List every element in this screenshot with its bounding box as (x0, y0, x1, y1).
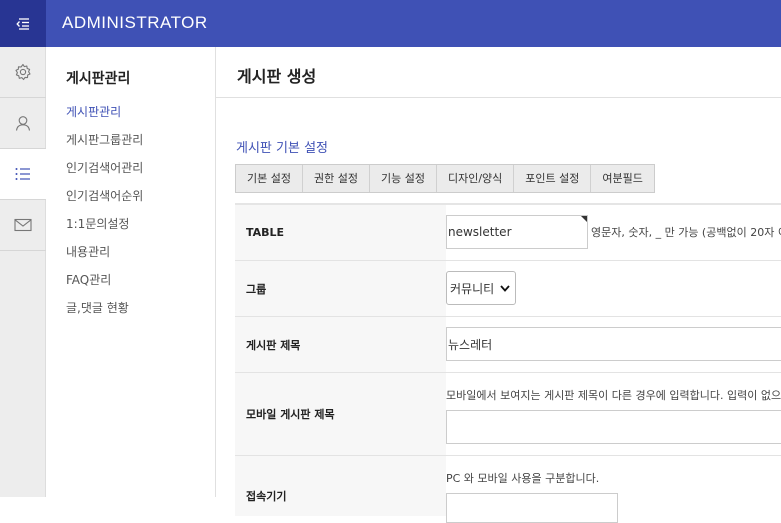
form-row-table: TABLE newsletter 영문자, 숫자, _ 만 가능 (공백없이 2… (235, 205, 781, 261)
menu-toggle-button[interactable] (0, 0, 46, 47)
app-title[interactable]: ADMINISTRATOR (62, 0, 208, 47)
mail-icon (14, 218, 32, 232)
settings-tabs: 기본 설정 권한 설정 기능 설정 디자인/양식 포인트 설정 여분필드 (235, 164, 655, 193)
table-help-text: 영문자, 숫자, _ 만 가능 (공백없이 20자 이내) (591, 226, 781, 239)
device-help-text: PC 와 모바일 사용을 구분합니다. (446, 472, 600, 485)
tab-function[interactable]: 기능 설정 (370, 165, 437, 192)
subnav-title: 게시판관리 (66, 71, 131, 87)
tab-basic[interactable]: 기본 설정 (236, 165, 303, 192)
group-label: 그룹 (235, 261, 446, 316)
mobile-subject-input[interactable] (446, 410, 781, 444)
rail-item-members[interactable] (0, 98, 46, 149)
title-divider (216, 97, 781, 98)
subnav-list: 게시판관리 게시판그룹관리 인기검색어관리 인기검색어순위 1:1문의설정 내용… (66, 104, 215, 328)
subnav-item-post-status[interactable]: 글,댓글 현황 (66, 300, 215, 328)
icon-rail (0, 47, 47, 497)
subnav-item-content[interactable]: 내용관리 (66, 244, 215, 272)
subnav-item-board-manage[interactable]: 게시판관리 (66, 104, 215, 132)
chevron-down-icon (500, 284, 510, 292)
page-title: 게시판 생성 (237, 67, 317, 86)
device-label: 접속기기 (235, 456, 446, 516)
group-select[interactable]: 커뮤니티 (446, 271, 517, 305)
board-form: TABLE newsletter 영문자, 숫자, _ 만 가능 (공백없이 2… (235, 203, 781, 523)
form-row-subject: 게시판 제목 뉴스레터 (235, 317, 781, 373)
rail-item-settings[interactable] (0, 47, 46, 98)
table-label: TABLE (235, 205, 446, 260)
sub-navigation: 게시판관리 게시판관리 게시판그룹관리 인기검색어관리 인기검색어순위 1:1문… (46, 47, 216, 497)
tab-point[interactable]: 포인트 설정 (514, 165, 592, 192)
mobile-subject-help-text: 모바일에서 보여지는 게시판 제목이 다른 경우에 입력합니다. 입력이 없으면 (446, 389, 781, 402)
rail-item-boards[interactable] (0, 149, 47, 200)
subnav-item-popular-search[interactable]: 인기검색어관리 (66, 160, 215, 188)
tab-permission[interactable]: 권한 설정 (303, 165, 370, 192)
main-content: 게시판 생성 게시판 기본 설정 기본 설정 권한 설정 기능 설정 디자인/양… (216, 47, 781, 523)
form-row-mobile-subject: 모바일 게시판 제목 모바일에서 보여지는 게시판 제목이 다른 경우에 입력합… (235, 373, 781, 456)
required-mark-icon (581, 216, 587, 222)
menu-collapse-icon (16, 17, 29, 30)
user-icon (15, 116, 31, 131)
table-input[interactable]: newsletter (446, 215, 588, 249)
subject-input[interactable]: 뉴스레터 (446, 327, 781, 361)
group-select-value: 커뮤니티 (450, 281, 495, 296)
tab-extra-fields[interactable]: 여분필드 (591, 165, 653, 192)
rail-item-mail[interactable] (0, 200, 46, 251)
tab-design[interactable]: 디자인/양식 (437, 165, 515, 192)
subnav-item-faq[interactable]: FAQ관리 (66, 272, 215, 300)
table-input-value: newsletter (448, 225, 512, 239)
subnav-item-board-group[interactable]: 게시판그룹관리 (66, 132, 215, 160)
form-row-device: 접속기기 PC 와 모바일 사용을 구분합니다. (235, 456, 781, 523)
top-header: ADMINISTRATOR (0, 0, 781, 47)
gear-icon (15, 63, 31, 81)
subject-label: 게시판 제목 (235, 317, 446, 372)
subnav-item-qa-config[interactable]: 1:1문의설정 (66, 216, 215, 244)
device-select[interactable] (446, 493, 618, 523)
form-row-group: 그룹 커뮤니티 (235, 261, 781, 317)
section-title: 게시판 기본 설정 (236, 141, 328, 156)
mobile-subject-label: 모바일 게시판 제목 (235, 373, 446, 455)
list-icon (15, 168, 30, 180)
subject-input-value: 뉴스레터 (448, 337, 493, 352)
subnav-item-popular-rank[interactable]: 인기검색어순위 (66, 188, 215, 216)
